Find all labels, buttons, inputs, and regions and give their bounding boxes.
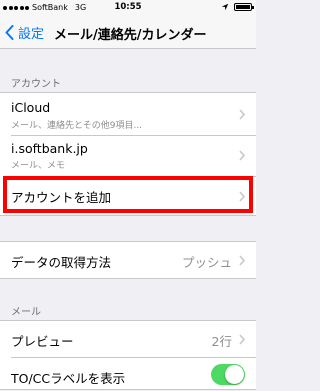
chevron-right-icon [239, 150, 245, 161]
page-title: メール/連絡先/カレンダー [54, 28, 207, 43]
preview-label: プレビュー [11, 334, 74, 349]
back-button-label: 設定 [18, 27, 45, 42]
mail-section-header: メール [11, 307, 41, 318]
chevron-right-icon [239, 109, 245, 120]
show-to-cc-label: TO/CCラベルを表示 [11, 371, 126, 386]
show-to-cc-toggle[interactable] [211, 364, 245, 385]
show-to-cc-row: TO/CCラベルを表示 [0, 358, 256, 391]
fetch-group: データの取得方法 プッシュ [0, 241, 256, 279]
fetch-data-row[interactable]: データの取得方法 プッシュ [0, 242, 256, 278]
chevron-left-icon [5, 25, 14, 40]
account-label: iCloud [11, 100, 51, 115]
back-button[interactable]: 設定 [5, 23, 44, 42]
fetch-data-label: データの取得方法 [11, 255, 112, 270]
preview-value: 2行 [211, 334, 232, 349]
account-label: i.softbank.jp [11, 141, 88, 156]
fetch-data-value: プッシュ [181, 255, 232, 270]
accounts-section-header: アカウント [11, 79, 61, 90]
status-right [221, 3, 254, 11]
toggle-knob [225, 365, 244, 384]
status-bar: SoftBank 3G 10:55 [0, 0, 256, 16]
battery-icon [234, 3, 254, 11]
mail-group: プレビュー 2行 TO/CCラベルを表示 [0, 320, 256, 390]
account-row-softbank[interactable]: i.softbank.jp メール、メモ [0, 136, 256, 176]
status-time: 10:55 [114, 2, 142, 12]
navigation-bar: 設定 メール/連絡先/カレンダー [0, 16, 256, 49]
account-detail: メール、メモ [11, 161, 66, 171]
account-detail: メール、連絡先とその他9項目... [11, 121, 143, 131]
location-arrow-icon [221, 3, 229, 11]
preview-row[interactable]: プレビュー 2行 [0, 321, 256, 357]
highlight-frame [3, 176, 253, 213]
account-row-icloud[interactable]: iCloud メール、連絡先とその他9項目... [0, 93, 256, 135]
chevron-right-icon [239, 334, 245, 345]
chevron-right-icon [239, 255, 245, 266]
